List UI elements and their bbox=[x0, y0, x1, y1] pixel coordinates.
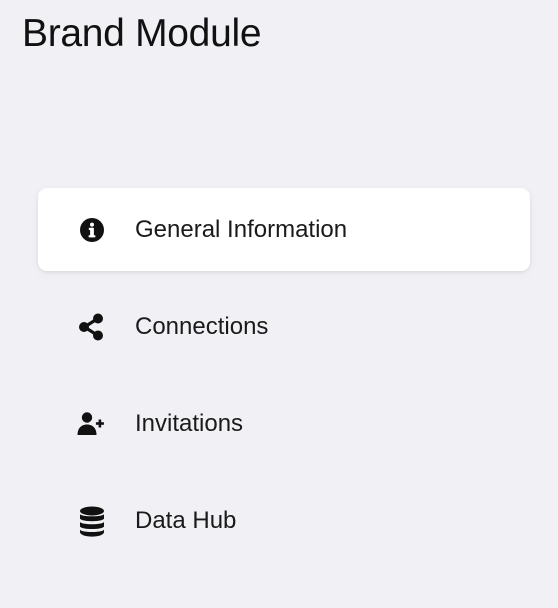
brand-module-menu: General Information Connections Invitati… bbox=[38, 188, 530, 576]
share-nodes-icon bbox=[76, 311, 108, 343]
menu-item-general-information[interactable]: General Information bbox=[38, 188, 530, 271]
user-plus-icon bbox=[76, 408, 108, 440]
database-icon bbox=[76, 505, 108, 537]
menu-item-invitations[interactable]: Invitations bbox=[38, 382, 530, 465]
menu-item-label: Connections bbox=[135, 312, 269, 340]
menu-item-label: Data Hub bbox=[135, 506, 237, 534]
menu-item-connections[interactable]: Connections bbox=[38, 285, 530, 368]
menu-item-label: Invitations bbox=[135, 409, 244, 437]
page-title: Brand Module bbox=[22, 12, 262, 55]
menu-item-label: General Information bbox=[135, 215, 348, 243]
info-circle-icon bbox=[76, 214, 108, 246]
menu-item-data-hub[interactable]: Data Hub bbox=[38, 479, 530, 562]
